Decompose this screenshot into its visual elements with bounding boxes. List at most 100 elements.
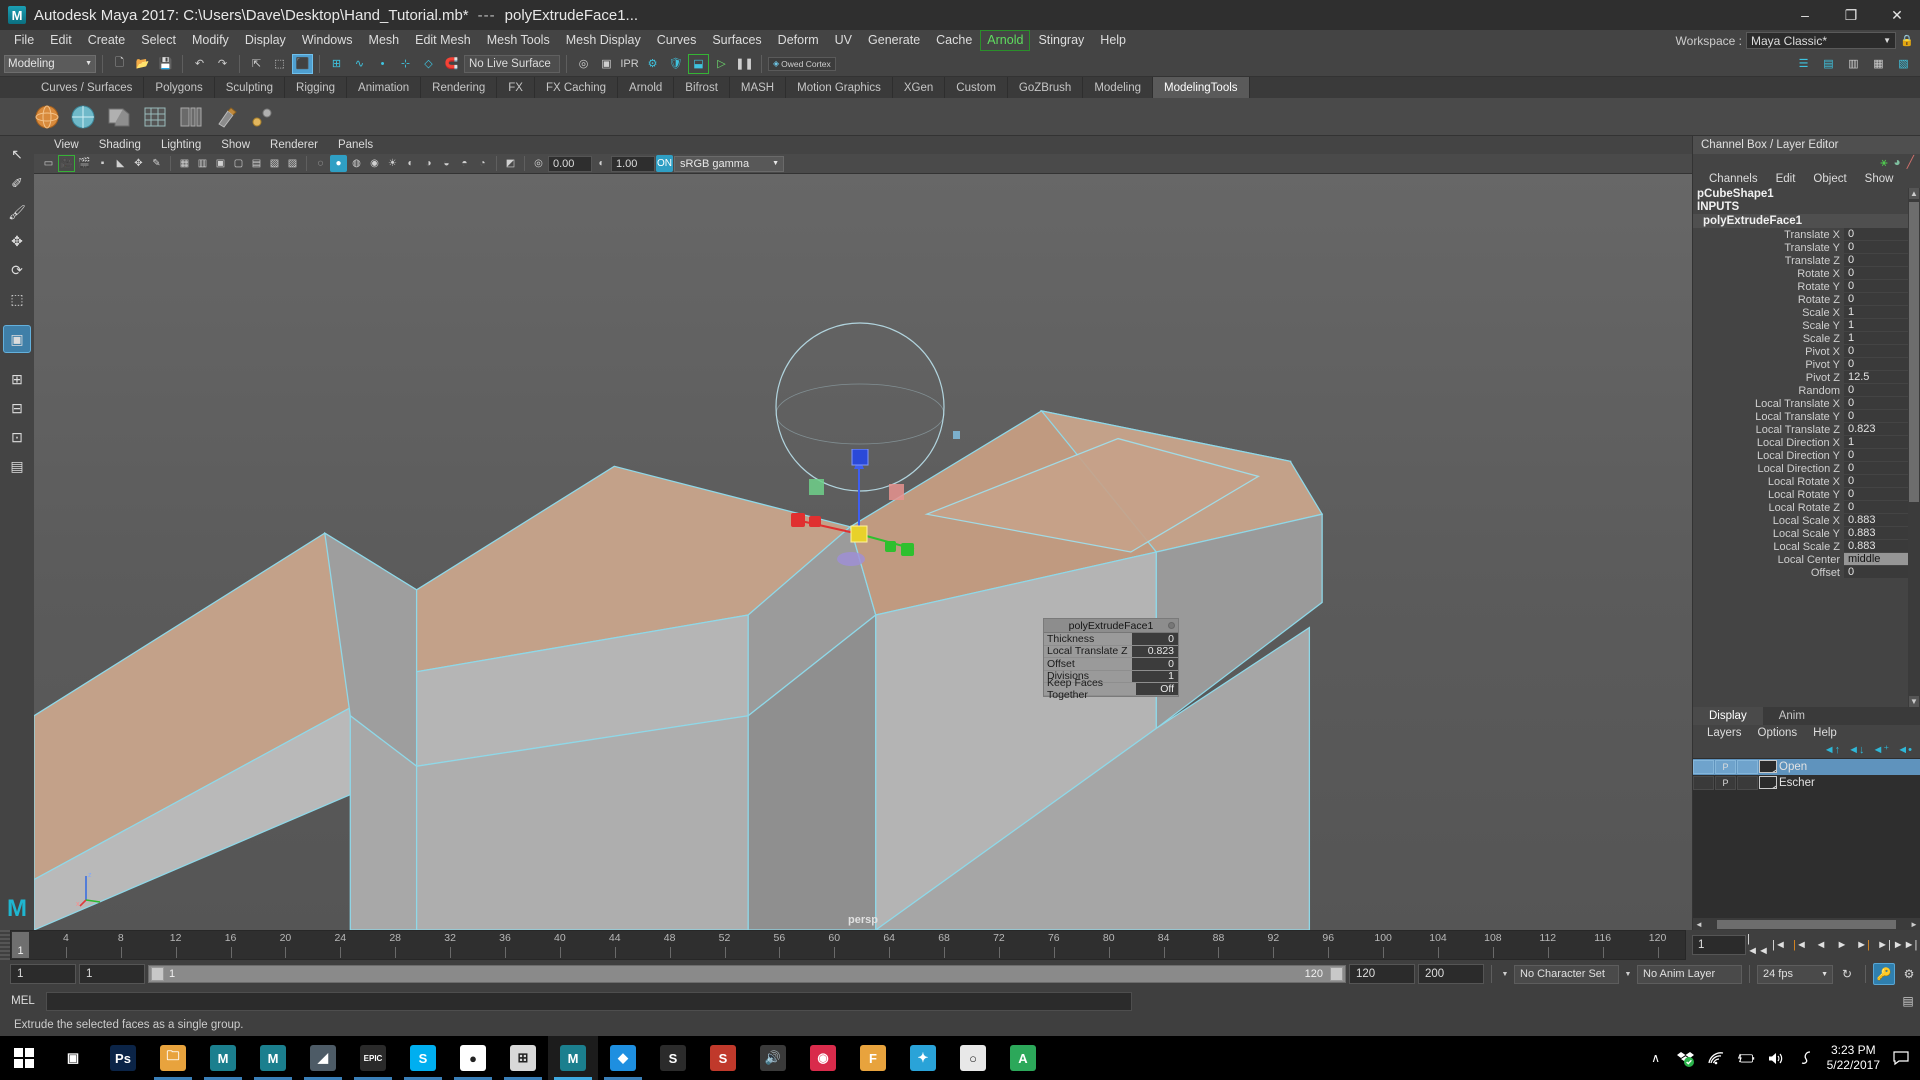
menu-select[interactable]: Select [133, 30, 184, 51]
snap-projected-icon[interactable]: ⊹ [395, 54, 416, 74]
select-camera-icon[interactable]: ▭ [40, 155, 57, 172]
shelf-tab-rigging[interactable]: Rigging [285, 77, 348, 98]
aperture-icon[interactable]: ◎ [530, 155, 547, 172]
input-node-name[interactable]: polyExtrudeFace1 [1693, 214, 1920, 228]
color-profile-select[interactable]: sRGB gamma ▼ [674, 155, 784, 172]
current-time-indicator[interactable]: 1 [12, 932, 29, 958]
tool-settings-hud[interactable]: polyExtrudeFace1 Thickness 0 Local Transla… [1043, 618, 1179, 701]
playback-start-field[interactable]: 1 [79, 964, 145, 984]
taskbar-app-maya-a[interactable]: M [198, 1036, 248, 1080]
shelf-tab-modeling[interactable]: Modeling [1083, 77, 1153, 98]
layer-playback-toggle[interactable]: P [1715, 759, 1736, 774]
auto-key-loop-icon[interactable]: ↻ [1836, 963, 1858, 985]
shade-wireframe-icon[interactable]: ◍ [348, 155, 365, 172]
taskbar-app-autodesk[interactable]: A [998, 1036, 1048, 1080]
shelf-subdiv-icon[interactable] [176, 102, 206, 132]
animation-preferences-icon[interactable]: ⚙ [1898, 963, 1920, 985]
menu-mesh-tools[interactable]: Mesh Tools [479, 30, 558, 51]
multisample-aa-icon[interactable]: ◓ [456, 155, 473, 172]
layer-menu-layers[interactable]: Layers [1699, 725, 1750, 742]
battery-charging-icon[interactable] [1737, 1051, 1755, 1065]
channelbox-menu-edit[interactable]: Edit [1768, 170, 1804, 188]
menu-deform[interactable]: Deform [770, 30, 827, 51]
shelf-bevel-icon[interactable] [104, 102, 134, 132]
channel-attribute-label[interactable]: Scale Y [1693, 319, 1844, 332]
taskbar-app-substance-painter[interactable]: S [698, 1036, 748, 1080]
select-hierarchy-icon[interactable]: ⇱ [246, 54, 267, 74]
workspace-select[interactable]: Maya Classic* ▼ [1746, 32, 1896, 49]
taskbar-app-fontlab[interactable]: F [848, 1036, 898, 1080]
snap-view-plane-icon[interactable]: ◇ [418, 54, 439, 74]
menu-cache[interactable]: Cache [928, 30, 980, 51]
layer-list-horizontal-scrollbar[interactable]: ◄ ► [1693, 918, 1920, 930]
lock-icon[interactable]: 🔒 [1900, 33, 1914, 49]
shelf-tab-bifrost[interactable]: Bifrost [674, 77, 730, 98]
play-backwards-button[interactable]: ◄ [1812, 935, 1830, 955]
motion-blur-icon[interactable]: ◒ [438, 155, 455, 172]
gate-mask-icon[interactable]: ▢ [230, 155, 247, 172]
snap-point-icon[interactable]: • [372, 54, 393, 74]
layer-display-type-toggle[interactable] [1737, 775, 1758, 790]
shadows-icon[interactable]: ◐ [402, 155, 419, 172]
channel-box-body[interactable]: pCubeShape1 INPUTS polyExtrudeFace1 Tran… [1693, 188, 1920, 707]
command-input[interactable] [46, 991, 1132, 1011]
taskbar-clock[interactable]: 3:23 PM 5/22/2017 [1827, 1043, 1880, 1073]
shelf-tab-fx[interactable]: FX [497, 77, 535, 98]
component-handle-blue[interactable] [953, 431, 960, 439]
menu-mesh-display[interactable]: Mesh Display [558, 30, 649, 51]
shelf-tab-arnold[interactable]: Arnold [618, 77, 675, 98]
select-component-icon[interactable]: ⬛ [292, 53, 313, 74]
taskbar-app-photoshop[interactable]: Ps [98, 1036, 148, 1080]
menu-arnold[interactable]: Arnold [980, 30, 1031, 51]
exposure-value-field[interactable]: 0.00 [548, 155, 592, 172]
channel-attribute-label[interactable]: Scale X [1693, 306, 1844, 319]
exposure-slider-icon[interactable]: ◩ [502, 155, 519, 172]
taskbar-app-mixamo[interactable]: ✦ [898, 1036, 948, 1080]
channel-attribute-label[interactable]: Pivot Z [1693, 371, 1844, 384]
snap-curve-icon[interactable]: ∿ [349, 54, 370, 74]
channel-attribute-label[interactable]: Local Rotate Y [1693, 488, 1844, 501]
shelf-tab-motion-graphics[interactable]: Motion Graphics [786, 77, 893, 98]
step-forward-key-button[interactable]: ►| [1875, 935, 1893, 955]
move-tool-button[interactable]: ✥ [3, 227, 31, 255]
viewport-menu-show[interactable]: Show [211, 136, 260, 154]
taskbar-app-epic-games[interactable]: EPIC [348, 1036, 398, 1080]
scroll-right-icon[interactable]: ► [1908, 920, 1920, 929]
channel-attribute-label[interactable]: Local Direction Y [1693, 449, 1844, 462]
redo-icon[interactable]: ↷ [212, 54, 233, 74]
viewport-menu-panels[interactable]: Panels [328, 136, 383, 154]
current-frame-field[interactable]: 1 [1692, 935, 1746, 955]
hud-value[interactable]: 0 [1132, 633, 1178, 645]
contrast-icon[interactable]: ◐ [593, 155, 610, 172]
menu-surfaces[interactable]: Surfaces [704, 30, 769, 51]
shelf-tab-custom[interactable]: Custom [945, 77, 1008, 98]
taskbar-app-skype[interactable]: S [398, 1036, 448, 1080]
film-gate-icon[interactable]: ▥ [194, 155, 211, 172]
layout-single-perspective-button[interactable]: ▣ [3, 325, 31, 353]
scale-tool-button[interactable]: ⬚ [3, 285, 31, 313]
hud-value[interactable]: 1 [1132, 670, 1178, 682]
pause-icon[interactable]: ❚❚ [734, 54, 755, 74]
step-back-frame-button[interactable]: | ◄ [1791, 935, 1809, 955]
viewport-menu-lighting[interactable]: Lighting [151, 136, 211, 154]
shelf-tab-mash[interactable]: MASH [730, 77, 787, 98]
color-management-toggle-icon[interactable]: ON [656, 155, 673, 172]
outliner-panel-icon[interactable]: ☰ [1793, 54, 1814, 74]
attribute-editor-icon[interactable]: ▤ [1818, 54, 1839, 74]
character-set-chevron-icon[interactable]: ▼ [1499, 971, 1511, 978]
channel-attribute-label[interactable]: Local Rotate Z [1693, 501, 1844, 514]
new-scene-icon[interactable]: 🗋 [109, 54, 130, 74]
channel-attribute-label[interactable]: Rotate X [1693, 267, 1844, 280]
channelbox-menu-object[interactable]: Object [1805, 170, 1854, 188]
taskbar-app-chrome[interactable]: ● [448, 1036, 498, 1080]
channel-attribute-label[interactable]: Offset [1693, 566, 1844, 579]
channel-attribute-label[interactable]: Local Center [1693, 553, 1844, 566]
taskbar-app-oculus[interactable]: ○ [948, 1036, 998, 1080]
tool-settings-icon[interactable]: ▥ [1843, 54, 1864, 74]
hud-value[interactable]: 0 [1132, 658, 1178, 670]
layer-playback-toggle[interactable]: P [1715, 775, 1736, 790]
minimize-button[interactable]: – [1782, 0, 1828, 30]
display-layer-list[interactable]: P Open P Escher [1693, 757, 1920, 918]
rotate-tool-button[interactable]: ⟳ [3, 256, 31, 284]
isolate-select-icon[interactable]: ▧ [266, 155, 283, 172]
